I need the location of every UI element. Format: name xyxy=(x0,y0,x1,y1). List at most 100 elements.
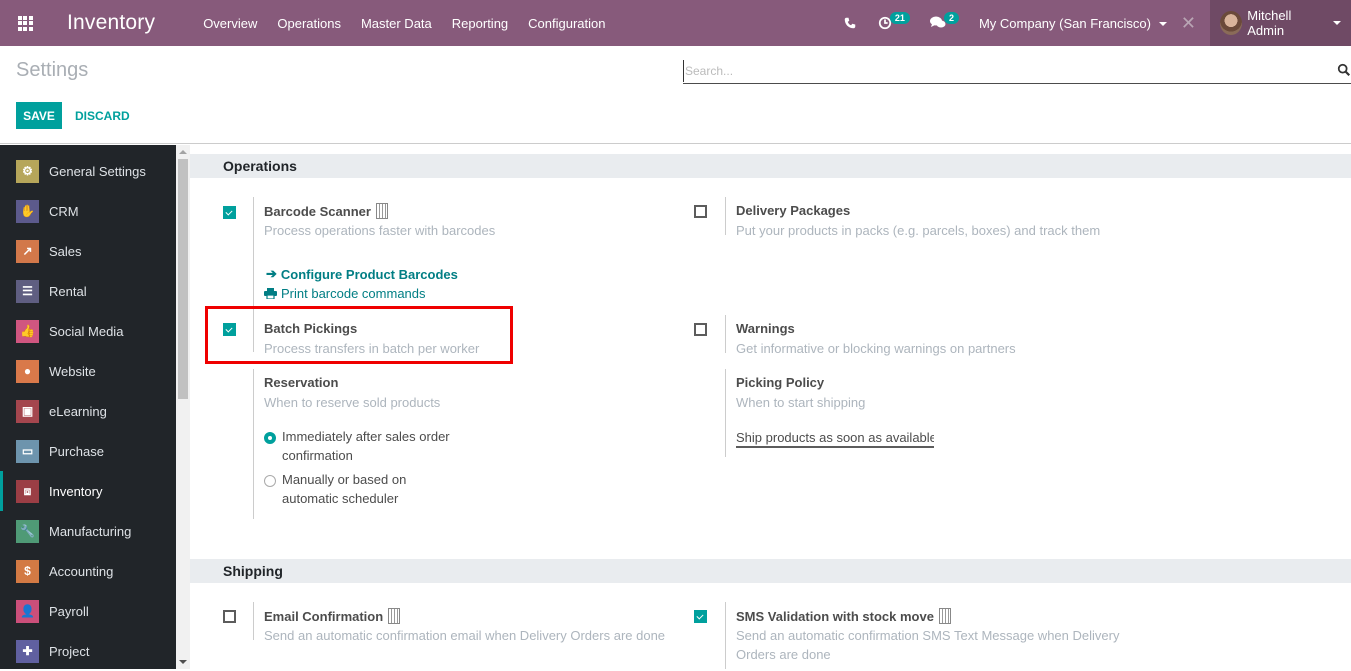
picking-policy-title: Picking Policy xyxy=(736,375,825,390)
page-title: Settings xyxy=(16,59,89,81)
scroll-thumb[interactable] xyxy=(178,159,188,399)
payroll-icon: 👤 xyxy=(16,599,39,623)
picking-policy-select[interactable]: Ship products as soon as available xyxy=(736,430,934,448)
app-brand[interactable]: Inventory xyxy=(67,11,155,35)
menu-overview[interactable]: Overview xyxy=(203,16,257,31)
user-menu[interactable]: Mitchell Admin xyxy=(1210,0,1351,46)
chart-icon: ↗ xyxy=(16,239,39,263)
activity-button[interactable]: 21 xyxy=(878,12,910,30)
messages-button[interactable]: 2 xyxy=(929,12,959,30)
wrench-icon: 🔧 xyxy=(16,519,39,543)
scroll-up-arrow-icon[interactable] xyxy=(179,150,187,154)
company-name: My Company (San Francisco) xyxy=(978,15,1151,31)
menu-reporting[interactable]: Reporting xyxy=(452,16,508,31)
apps-grid-icon[interactable] xyxy=(0,0,50,46)
reservation-radio-manual[interactable] xyxy=(264,475,276,487)
delivery-packages-title: Delivery Packages xyxy=(736,203,851,218)
barcode-scanner-desc: Process operations faster with barcodes xyxy=(264,223,496,238)
globe-icon: ● xyxy=(16,359,39,383)
handshake-icon: ✋ xyxy=(16,199,39,223)
enterprise-building-icon xyxy=(388,608,401,624)
sidebar-scrollbar[interactable] xyxy=(176,145,190,669)
settings-content: Operations Barcode Scanner Process opera… xyxy=(190,145,1351,669)
delivery-packages-checkbox[interactable] xyxy=(694,205,707,218)
search-input[interactable] xyxy=(683,60,1323,82)
divider xyxy=(725,315,726,353)
menu-operations[interactable]: Operations xyxy=(277,16,341,31)
divider xyxy=(725,369,726,457)
sidebar-item-sales[interactable]: ↗ Sales xyxy=(0,231,176,271)
rental-icon: ☰ xyxy=(16,279,39,303)
email-confirmation-checkbox[interactable] xyxy=(223,610,236,623)
sidebar-item-manufacturing[interactable]: 🔧 Manufacturing xyxy=(0,511,176,551)
enterprise-building-icon xyxy=(375,203,388,219)
reservation-option-manual[interactable]: Manually or based on automatic scheduler xyxy=(282,470,432,508)
puzzle-icon: ✚ xyxy=(16,639,39,663)
phone-icon xyxy=(844,17,856,29)
activity-count-badge: 21 xyxy=(889,12,910,24)
sidebar-item-accounting[interactable]: $ Accounting xyxy=(0,551,176,591)
divider xyxy=(253,369,254,519)
picking-policy-desc: When to start shipping xyxy=(736,395,866,410)
menu-master-data[interactable]: Master Data xyxy=(361,16,432,31)
email-confirmation-desc: Send an automatic confirmation email whe… xyxy=(264,628,666,643)
barcode-scanner-checkbox[interactable] xyxy=(223,206,236,219)
reservation-title: Reservation xyxy=(264,375,339,390)
delivery-packages-desc: Put your products in packs (e.g. parcels… xyxy=(736,223,1101,238)
reservation-radio-immediately[interactable] xyxy=(264,432,276,444)
email-confirmation-title: Email Confirmation xyxy=(264,608,401,624)
arrow-right-icon: ➔ xyxy=(266,266,277,281)
scroll-down-arrow-icon[interactable] xyxy=(179,660,187,664)
systray: 21 2 My Company (San Francisco) ✕ Mitche… xyxy=(844,0,1351,46)
sidebar-item-general-settings[interactable]: ⚙ General Settings xyxy=(0,151,176,191)
main-menu: Overview Operations Master Data Reportin… xyxy=(203,16,625,31)
sms-validation-desc: Send an automatic confirmation SMS Text … xyxy=(736,628,1120,662)
avatar xyxy=(1220,11,1243,35)
user-name: Mitchell Admin xyxy=(1247,8,1292,38)
discard-button[interactable]: DISCARD xyxy=(75,102,130,129)
sidebar-item-elearning[interactable]: ▣ eLearning xyxy=(0,391,176,431)
search-bar xyxy=(683,60,1351,84)
divider xyxy=(725,197,726,235)
enterprise-building-icon xyxy=(938,608,951,624)
divider xyxy=(725,602,726,669)
section-header-shipping: Shipping xyxy=(190,559,1351,583)
highlight-annotation-box xyxy=(205,306,513,364)
warnings-title: Warnings xyxy=(736,321,795,336)
sidebar-item-social-media[interactable]: 👍 Social Media xyxy=(0,311,176,351)
warnings-checkbox[interactable] xyxy=(694,323,707,336)
invoice-icon: $ xyxy=(16,559,39,583)
message-count-badge: 2 xyxy=(943,12,959,24)
menu-configuration[interactable]: Configuration xyxy=(528,16,605,31)
sidebar-item-purchase[interactable]: ▭ Purchase xyxy=(0,431,176,471)
search-icon[interactable] xyxy=(1337,63,1351,77)
barcode-scanner-title: Barcode Scanner xyxy=(264,203,388,219)
configure-product-barcodes-link[interactable]: ➔ Configure Product Barcodes xyxy=(266,266,458,282)
box-icon: ⧈ xyxy=(16,479,39,503)
reservation-desc: When to reserve sold products xyxy=(264,395,441,410)
save-button[interactable]: SAVE xyxy=(16,102,62,129)
sms-validation-title: SMS Validation with stock move xyxy=(736,608,951,624)
thumbs-up-icon: 👍 xyxy=(16,319,39,343)
top-navbar: Inventory Overview Operations Master Dat… xyxy=(0,0,1351,46)
phone-button[interactable] xyxy=(844,17,856,29)
gear-icon: ⚙ xyxy=(16,159,39,183)
warnings-desc: Get informative or blocking warnings on … xyxy=(736,341,1016,356)
sidebar-item-project[interactable]: ✚ Project xyxy=(0,631,176,671)
sms-validation-checkbox[interactable] xyxy=(694,610,707,623)
sidebar-item-rental[interactable]: ☰ Rental xyxy=(0,271,176,311)
credit-card-icon: ▭ xyxy=(16,439,39,463)
caret-down-icon xyxy=(1158,22,1167,27)
section-header-operations: Operations xyxy=(190,154,1351,178)
caret-down-icon xyxy=(1333,21,1341,25)
sidebar-item-inventory[interactable]: ⧈ Inventory xyxy=(0,471,176,511)
company-switcher[interactable]: My Company (San Francisco) xyxy=(979,16,1167,31)
sidebar-item-payroll[interactable]: 👤 Payroll xyxy=(0,591,176,631)
print-barcode-commands-link[interactable]: Print barcode commands xyxy=(264,286,426,301)
control-panel: Settings SAVE DISCARD xyxy=(0,46,1351,144)
reservation-option-immediately[interactable]: Immediately after sales order confirmati… xyxy=(282,427,472,465)
settings-sidebar: ⚙ General Settings ✋ CRM ↗ Sales ☰ Rental 👍 S… xyxy=(0,145,176,669)
sidebar-item-crm[interactable]: ✋ CRM xyxy=(0,191,176,231)
debug-close-icon[interactable]: ✕ xyxy=(1181,13,1196,34)
sidebar-item-website[interactable]: ● Website xyxy=(0,351,176,391)
